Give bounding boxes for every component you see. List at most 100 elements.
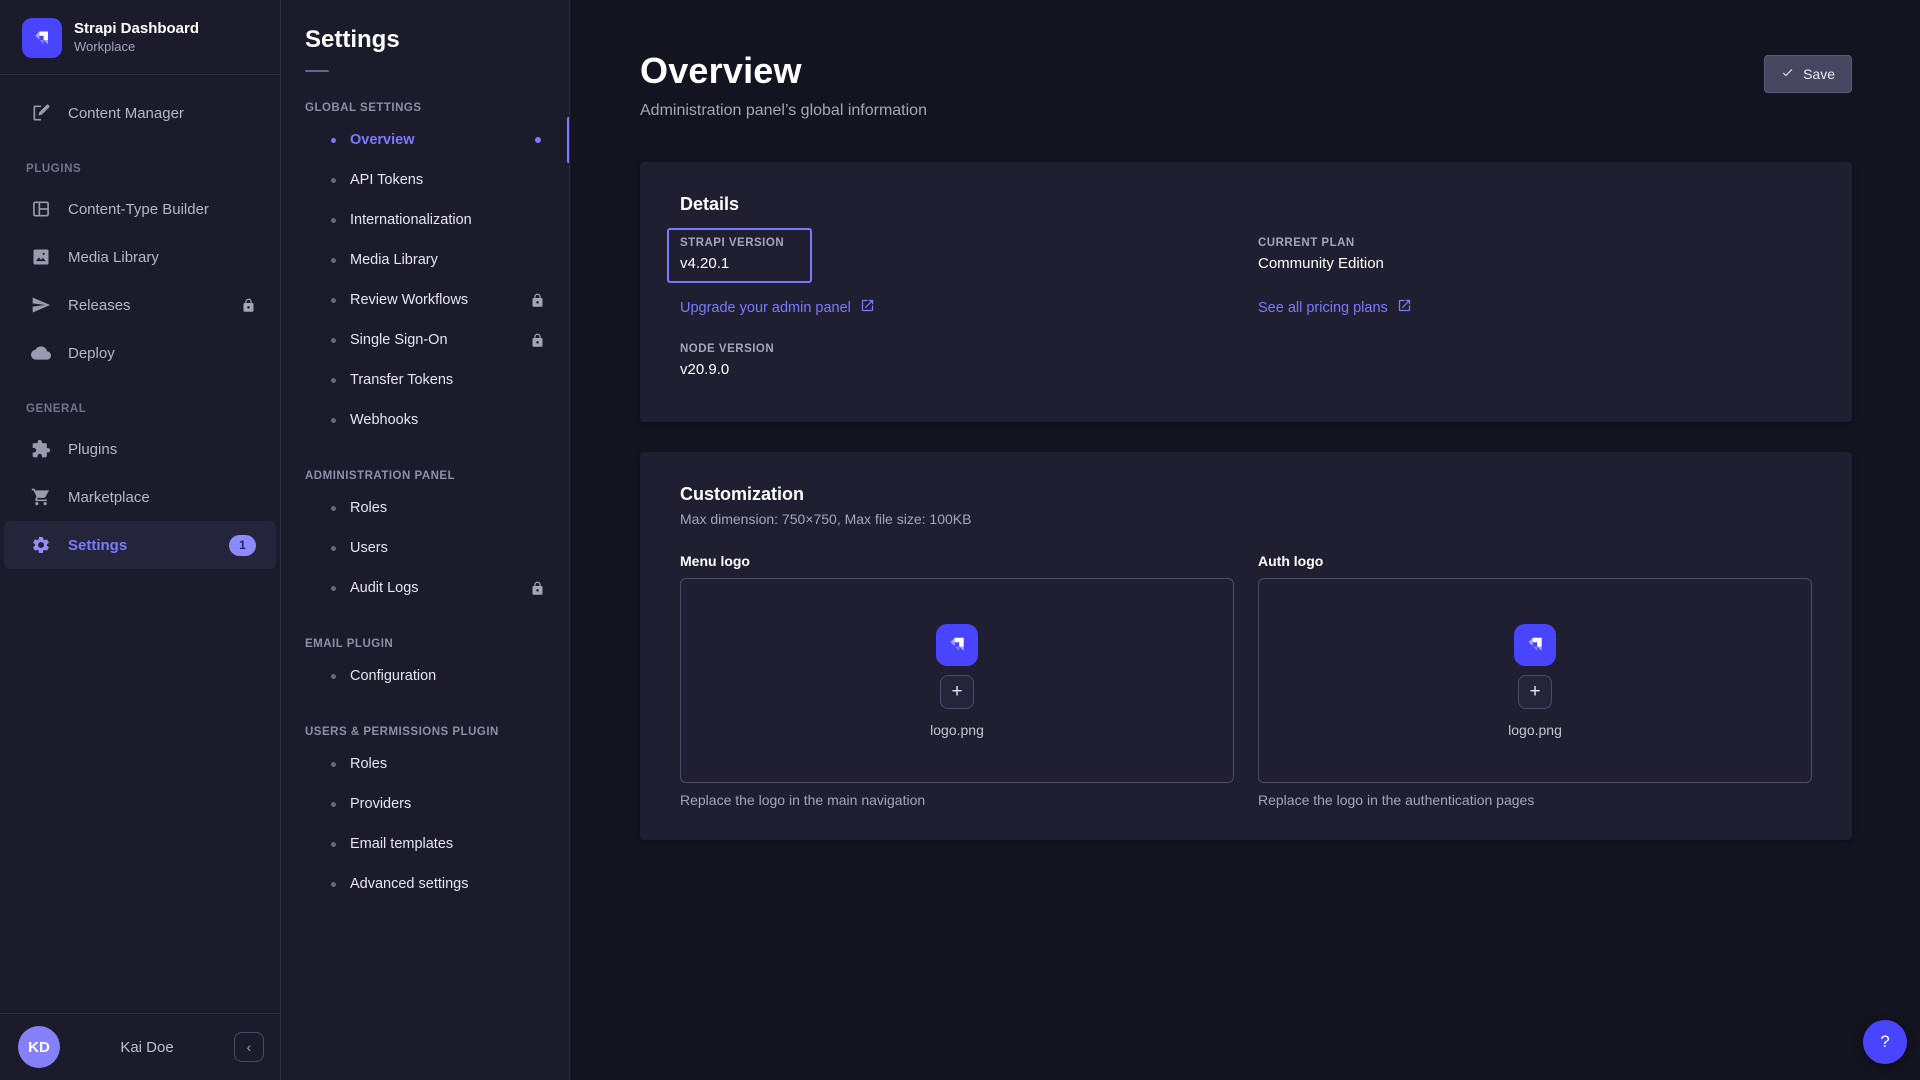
subnav-item-label: Audit Logs: [350, 580, 419, 596]
subnav-item-users[interactable]: Users: [305, 528, 545, 568]
sidebar-nav: Content Manager PLUGINS Content-Type Bui…: [0, 75, 280, 1013]
subnav-item-api-tokens[interactable]: API Tokens: [305, 160, 545, 200]
bullet-icon: [331, 418, 336, 423]
subnav-item-label: Configuration: [350, 668, 436, 684]
subnav-divider: [305, 70, 329, 72]
bullet-icon: [331, 338, 336, 343]
sidebar-footer: KD Kai Doe ‹: [0, 1013, 280, 1080]
subnav-section-header: USERS & PERMISSIONS PLUGIN: [305, 726, 545, 738]
strapi-logo-icon: [22, 18, 62, 58]
user-name: Kai Doe: [70, 1039, 224, 1056]
lock-icon: [530, 333, 545, 348]
sidebar-item-settings[interactable]: Settings 1: [4, 521, 276, 569]
subnav-item-label: Transfer Tokens: [350, 372, 453, 388]
bullet-icon: [331, 506, 336, 511]
cart-icon: [30, 486, 52, 508]
lock-icon: [530, 581, 545, 596]
collapse-sidebar-button[interactable]: ‹: [234, 1032, 264, 1062]
plus-icon: +: [1529, 682, 1540, 701]
field-value: v4.20.1: [680, 255, 784, 272]
upload-filename: logo.png: [1508, 722, 1562, 738]
sidebar-section-plugins: PLUGINS: [0, 137, 280, 185]
subnav-item-review-workflows[interactable]: Review Workflows: [305, 280, 545, 320]
page-subtitle: Administration panel’s global informatio…: [640, 102, 927, 120]
field-value: v20.9.0: [680, 361, 1258, 378]
lock-icon: [530, 293, 545, 308]
lock-icon: [241, 298, 256, 313]
subnav-item-email-templates[interactable]: Email templates: [305, 824, 545, 864]
cloud-icon: [30, 342, 52, 364]
node-version-field: NODE VERSION v20.9.0: [680, 343, 1258, 378]
subnav-item-label: Internationalization: [350, 212, 472, 228]
subnav-item-internationalization[interactable]: Internationalization: [305, 200, 545, 240]
subnav-item-label: Single Sign-On: [350, 332, 448, 348]
sidebar-item-label: Releases: [68, 297, 131, 314]
sidebar-item-label: Plugins: [68, 441, 117, 458]
paper-plane-icon: [30, 294, 52, 316]
help-button[interactable]: ?: [1863, 1020, 1907, 1064]
sidebar-item-deploy[interactable]: Deploy: [4, 329, 276, 377]
subnav-item-label: Webhooks: [350, 412, 418, 428]
subnav-item-webhooks[interactable]: Webhooks: [305, 400, 545, 440]
user-avatar[interactable]: KD: [18, 1026, 60, 1068]
subnav-item-label: Email templates: [350, 836, 453, 852]
workspace-switcher[interactable]: Strapi Dashboard Workplace: [0, 0, 280, 75]
sidebar-item-marketplace[interactable]: Marketplace: [4, 473, 276, 521]
subnav-item-media-library[interactable]: Media Library: [305, 240, 545, 280]
subnav-item-providers[interactable]: Providers: [305, 784, 545, 824]
sidebar-item-plugins[interactable]: Plugins: [4, 425, 276, 473]
subnav-item-configuration[interactable]: Configuration: [305, 656, 545, 696]
subnav-item-single-sign-on[interactable]: Single Sign-On: [305, 320, 545, 360]
sidebar-item-label: Deploy: [68, 345, 115, 362]
upgrade-admin-panel-link[interactable]: Upgrade your admin panel: [680, 298, 875, 317]
sidebar-item-content-type-builder[interactable]: Content-Type Builder: [4, 185, 276, 233]
bullet-icon: [331, 586, 336, 591]
check-icon: [1781, 66, 1794, 82]
bullet-icon: [331, 882, 336, 887]
subnav-section-administration-panel: ADMINISTRATION PANEL Roles Users Audit L…: [305, 470, 545, 608]
subnav-item-advanced-settings[interactable]: Advanced settings: [305, 864, 545, 904]
chevron-left-icon: ‹: [247, 1039, 252, 1055]
strapi-logo-preview-icon: [936, 624, 978, 666]
subnav-section-email-plugin: EMAIL PLUGIN Configuration: [305, 638, 545, 696]
bullet-icon: [331, 802, 336, 807]
image-icon: [30, 246, 52, 268]
upload-label: Auth logo: [1258, 553, 1812, 569]
menu-logo-dropzone[interactable]: + logo.png: [680, 578, 1234, 783]
sidebar-item-releases[interactable]: Releases: [4, 281, 276, 329]
strapi-logo-preview-icon: [1514, 624, 1556, 666]
sidebar-item-content-manager[interactable]: Content Manager: [4, 89, 276, 137]
subnav-item-label: API Tokens: [350, 172, 423, 188]
subnav-section-header: ADMINISTRATION PANEL: [305, 470, 545, 482]
subnav-item-admin-roles[interactable]: Roles: [305, 488, 545, 528]
add-auth-logo-button[interactable]: +: [1518, 675, 1552, 709]
save-button-label: Save: [1803, 66, 1835, 82]
subnav-item-transfer-tokens[interactable]: Transfer Tokens: [305, 360, 545, 400]
customization-card-title: Customization: [680, 484, 1812, 505]
subnav-item-label: Providers: [350, 796, 411, 812]
sidebar-item-media-library[interactable]: Media Library: [4, 233, 276, 281]
subnav-item-label: Media Library: [350, 252, 438, 268]
auth-logo-dropzone[interactable]: + logo.png: [1258, 578, 1812, 783]
settings-notification-badge: 1: [229, 535, 256, 556]
sidebar-item-label: Media Library: [68, 249, 159, 266]
subnav-item-label: Advanced settings: [350, 876, 469, 892]
add-menu-logo-button[interactable]: +: [940, 675, 974, 709]
main-sidebar: Strapi Dashboard Workplace Content Manag…: [0, 0, 281, 1080]
subnav-item-overview[interactable]: Overview: [305, 120, 545, 160]
bullet-icon: [331, 842, 336, 847]
bullet-icon: [331, 762, 336, 767]
external-link-icon: [860, 298, 875, 317]
notification-dot-icon: [535, 137, 541, 143]
layout-icon: [30, 198, 52, 220]
pricing-plans-link[interactable]: See all pricing plans: [1258, 298, 1412, 317]
customization-card: Customization Max dimension: 750×750, Ma…: [640, 452, 1852, 840]
pen-icon: [30, 102, 52, 124]
subnav-item-label: Overview: [350, 132, 415, 148]
subnav-item-label: Review Workflows: [350, 292, 468, 308]
external-link-icon: [1397, 298, 1412, 317]
subnav-item-up-roles[interactable]: Roles: [305, 744, 545, 784]
save-button[interactable]: Save: [1764, 55, 1852, 93]
subnav-item-audit-logs[interactable]: Audit Logs: [305, 568, 545, 608]
auth-logo-upload: Auth logo + logo.png Replace the logo in…: [1258, 553, 1812, 808]
